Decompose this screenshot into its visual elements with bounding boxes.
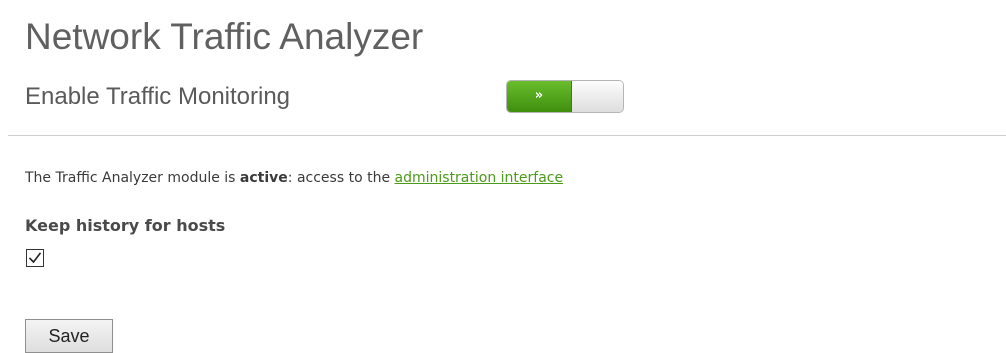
section-divider [8, 135, 1006, 136]
traffic-monitoring-label: Enable Traffic Monitoring [25, 83, 291, 110]
administration-interface-link[interactable]: administration interface [395, 170, 564, 186]
page-title: Network Traffic Analyzer [25, 16, 424, 57]
checkmark-icon [28, 252, 42, 264]
double-chevron-right-icon: » [534, 88, 544, 103]
keep-history-checkbox[interactable] [26, 249, 44, 267]
status-middle: : access to the [287, 170, 395, 186]
toggle-knob[interactable] [572, 81, 623, 112]
status-state: active [239, 170, 288, 186]
traffic-monitoring-row: Enable Traffic Monitoring » [25, 80, 725, 113]
traffic-monitoring-toggle[interactable]: » [506, 80, 624, 113]
toggle-on-indicator: » [507, 81, 572, 112]
keep-history-label: Keep history for hosts [25, 216, 226, 235]
status-prefix: The Traffic Analyzer module is [25, 170, 240, 186]
module-status-text: The Traffic Analyzer module is active: a… [25, 168, 563, 188]
save-button[interactable]: Save [25, 319, 113, 353]
